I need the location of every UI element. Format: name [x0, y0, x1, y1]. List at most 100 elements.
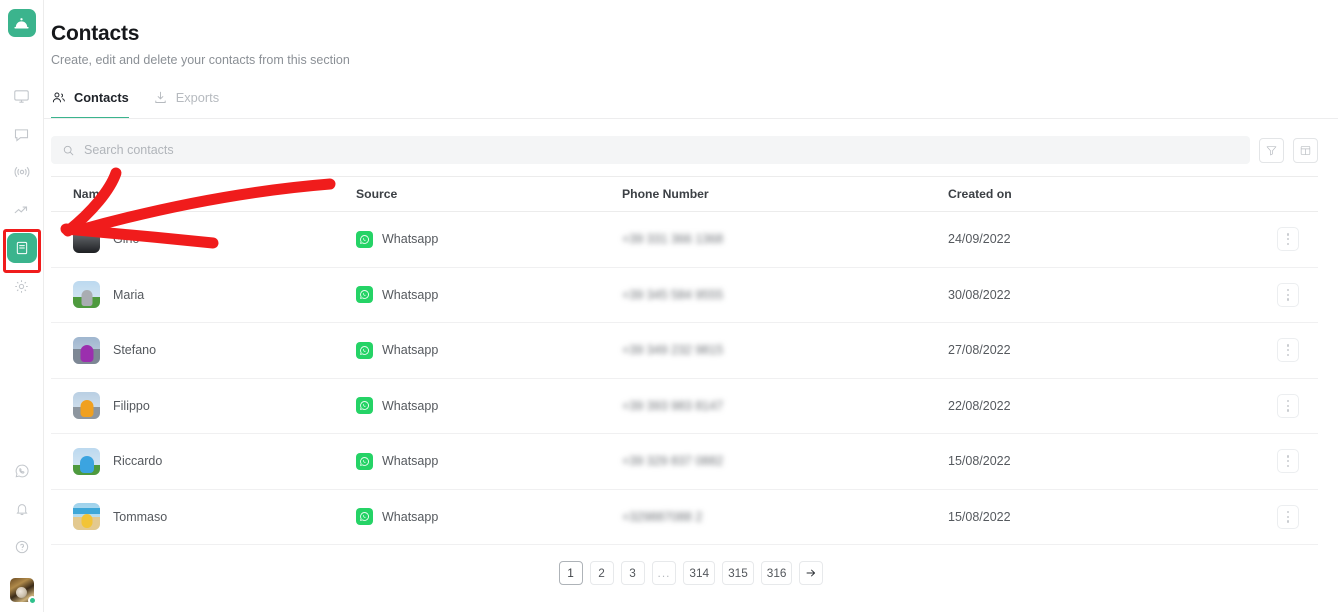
whatsapp-icon	[14, 463, 30, 479]
contact-source: Whatsapp	[382, 288, 438, 302]
service-bell-icon	[13, 15, 30, 32]
contact-avatar	[73, 226, 100, 253]
whatsapp-icon	[356, 286, 373, 303]
search-icon	[62, 144, 75, 157]
sidebar-item-dashboard[interactable]	[6, 77, 38, 115]
avatar[interactable]	[10, 578, 34, 602]
page-subtitle: Create, edit and delete your contacts fr…	[51, 53, 1318, 67]
contact-avatar	[73, 392, 100, 419]
contact-phone: +39 345 584 9555	[622, 288, 723, 302]
contact-phone: +39 329 837 0882	[622, 454, 723, 468]
whatsapp-icon	[356, 231, 373, 248]
table-row[interactable]: FilippoWhatsapp+39 393 983 814722/08/202…	[51, 379, 1318, 435]
row-actions-button[interactable]	[1277, 338, 1299, 362]
pagination-page-316[interactable]: 316	[761, 561, 793, 585]
contact-created-on: 22/08/2022	[948, 399, 1011, 413]
contact-created-on: 30/08/2022	[948, 288, 1011, 302]
tab-contacts-label: Contacts	[74, 90, 129, 105]
sidebar-item-whatsapp[interactable]	[6, 452, 38, 490]
contact-source: Whatsapp	[382, 454, 438, 468]
table-row[interactable]: TommasoWhatsapp+329887088 215/08/2022	[51, 490, 1318, 546]
table-columns-icon	[1299, 144, 1312, 157]
page-title: Contacts	[51, 22, 1318, 46]
toolbar	[51, 136, 1318, 164]
column-header-name: Name	[51, 187, 356, 201]
pagination-next-button[interactable]	[799, 561, 823, 585]
sidebar-item-analytics[interactable]	[6, 191, 38, 229]
contact-phone: +329887088 2	[622, 510, 702, 524]
sidebar-bottom	[0, 452, 44, 612]
row-actions-button[interactable]	[1277, 449, 1299, 473]
sidebar-item-contacts-active-pill	[7, 233, 37, 263]
status-badge	[28, 596, 37, 605]
pagination: 123...314315316	[44, 545, 1338, 585]
pagination-page-315[interactable]: 315	[722, 561, 754, 585]
sidebar-item-broadcast[interactable]	[6, 153, 38, 191]
filter-button[interactable]	[1259, 138, 1284, 163]
column-header-source: Source	[356, 187, 622, 201]
app-root: Contacts Create, edit and delete your co…	[0, 0, 1338, 612]
search-field[interactable]	[51, 136, 1250, 164]
table-row[interactable]: StefanoWhatsapp+39 349 232 981527/08/202…	[51, 323, 1318, 379]
table-row[interactable]: Maria Whatsapp +39 345 584 9555 30/08/2022	[51, 268, 1318, 324]
avatar-face	[16, 587, 27, 598]
row-actions-button[interactable]	[1277, 283, 1299, 307]
contact-source: Whatsapp	[382, 343, 438, 357]
whatsapp-icon	[356, 397, 373, 414]
pagination-page-3[interactable]: 3	[621, 561, 645, 585]
contact-name: Tommaso	[113, 510, 167, 524]
contact-source: Whatsapp	[382, 399, 438, 413]
main-content: Contacts Create, edit and delete your co…	[44, 0, 1338, 612]
whatsapp-icon	[356, 508, 373, 525]
pagination-page-1[interactable]: 1	[559, 561, 583, 585]
contact-created-on: 27/08/2022	[948, 343, 1011, 357]
search-input[interactable]	[84, 143, 1239, 157]
row-actions-button[interactable]	[1277, 505, 1299, 529]
contact-phone: +39 331 366 1368	[622, 232, 723, 246]
table-row[interactable]: RiccardoWhatsapp+39 329 837 088215/08/20…	[51, 434, 1318, 490]
columns-button[interactable]	[1293, 138, 1318, 163]
download-icon	[153, 90, 168, 105]
whatsapp-glyph	[359, 400, 370, 411]
table-header-row: Name Source Phone Number Created on	[51, 177, 1318, 212]
contact-avatar	[73, 337, 100, 364]
contact-source: Whatsapp	[382, 232, 438, 246]
trending-up-icon	[13, 201, 31, 219]
arrow-right-icon	[805, 567, 817, 579]
sidebar-item-contacts[interactable]	[6, 229, 38, 267]
pagination-page-2[interactable]: 2	[590, 561, 614, 585]
chat-bubble-icon	[13, 126, 30, 143]
contact-name: Stefano	[113, 343, 156, 357]
tab-exports[interactable]: Exports	[153, 90, 219, 119]
contact-avatar	[73, 503, 100, 530]
sidebar-nav	[6, 77, 38, 305]
row-actions-button[interactable]	[1277, 394, 1299, 418]
contacts-book-icon	[14, 240, 30, 256]
contact-avatar	[73, 448, 100, 475]
monitor-icon	[13, 88, 30, 105]
table-row[interactable]: Gino Whatsapp +39 331 366 1368 24/09/2022	[51, 212, 1318, 268]
row-actions-button[interactable]	[1277, 227, 1299, 251]
contact-avatar	[73, 281, 100, 308]
whatsapp-icon	[356, 342, 373, 359]
contact-created-on: 24/09/2022	[948, 232, 1011, 246]
whatsapp-glyph	[359, 345, 370, 356]
sidebar-item-chat[interactable]	[6, 115, 38, 153]
table-body: Gino Whatsapp +39 331 366 1368 24/09/2022 Ma…	[51, 212, 1318, 545]
sidebar-item-notifications[interactable]	[6, 490, 38, 528]
tab-bar-divider	[44, 118, 1338, 119]
users-icon	[51, 90, 66, 105]
contact-name: Gino	[113, 232, 139, 246]
tab-contacts[interactable]: Contacts	[51, 90, 129, 119]
pagination-page-314[interactable]: 314	[683, 561, 715, 585]
contact-name: Maria	[113, 288, 144, 302]
contact-created-on: 15/08/2022	[948, 510, 1011, 524]
sidebar-item-settings[interactable]	[6, 267, 38, 305]
tab-exports-label: Exports	[176, 90, 219, 105]
app-logo[interactable]	[8, 9, 36, 37]
bell-icon	[14, 501, 30, 517]
contact-phone: +39 393 983 8147	[622, 399, 723, 413]
sidebar-item-help[interactable]	[6, 528, 38, 566]
broadcast-icon	[13, 163, 31, 181]
tab-bar: Contacts Exports	[51, 90, 1338, 119]
